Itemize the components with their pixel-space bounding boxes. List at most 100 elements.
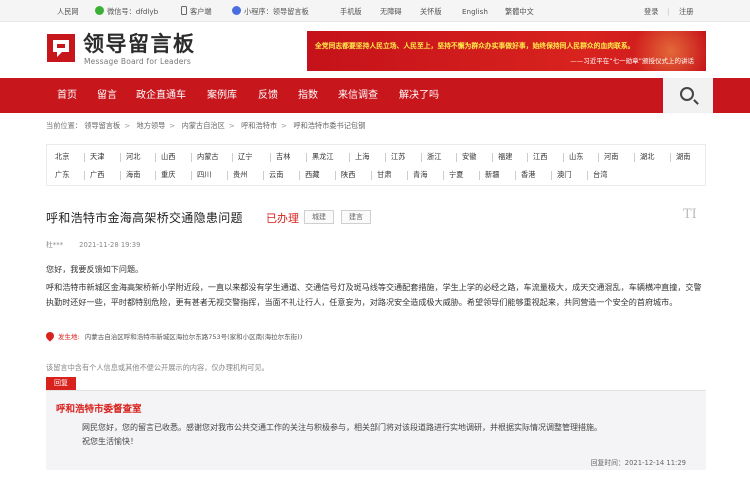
nav-tab-enterprise[interactable]: 政企直通车 — [136, 78, 186, 113]
region-link[interactable]: 新疆 — [485, 170, 499, 180]
breadcrumb-item[interactable]: 呼和浩特市委书记包钢 — [293, 121, 365, 130]
region-link[interactable]: 黑龙江 — [312, 152, 334, 162]
location-text: 内蒙古自治区呼和浩特市新城区海拉尔东路753号(家和小区南(海拉尔东街)) — [84, 333, 303, 341]
region-link[interactable]: 重庆 — [161, 170, 175, 180]
nav-tab-feedback[interactable]: 反馈 — [258, 78, 278, 113]
region-link[interactable]: 宁夏 — [449, 170, 463, 180]
region-link[interactable]: 香港 — [521, 170, 535, 180]
region-link[interactable]: 浙江 — [427, 152, 441, 162]
topbar-link-people[interactable]: 人民网 — [57, 6, 79, 17]
region-link[interactable]: 澳门 — [557, 170, 571, 180]
reply-line: 祝您生活愉快！ — [82, 437, 138, 446]
location-label: 发生地: — [58, 333, 80, 341]
login-link[interactable]: 登录 — [644, 6, 658, 17]
region-link[interactable]: 辽宁 — [238, 152, 252, 162]
region-link[interactable]: 贵州 — [233, 170, 247, 180]
search-icon — [680, 87, 694, 101]
region-link[interactable]: 台湾 — [593, 170, 607, 180]
location: 发生地: 内蒙古自治区呼和浩特市新城区海拉尔东路753号(家和小区南(海拉尔东街)… — [44, 330, 303, 342]
register-link[interactable]: 注册 — [679, 6, 693, 17]
topbar-separator: | — [667, 7, 670, 16]
location-pin-icon — [44, 330, 56, 342]
region-divider — [479, 171, 480, 180]
region-divider — [407, 171, 408, 180]
region-link[interactable]: 北京 — [55, 152, 69, 162]
region-link[interactable]: 山东 — [569, 152, 583, 162]
nav-tab-survey[interactable]: 来信调查 — [338, 78, 378, 113]
region-link[interactable]: 甘肃 — [377, 170, 391, 180]
topbar-link-traditional[interactable]: 繁體中文 — [505, 6, 534, 17]
logo-icon[interactable] — [46, 33, 76, 63]
region-link[interactable]: 西藏 — [305, 170, 319, 180]
type-tag[interactable]: 建言 — [341, 210, 371, 224]
region-divider — [492, 153, 493, 162]
breadcrumb-item[interactable]: 领导留言板 — [84, 121, 120, 130]
region-divider — [385, 153, 386, 162]
nav-tab-index[interactable]: 指数 — [298, 78, 318, 113]
post-time: 2021-11-28 19:39 — [79, 241, 141, 249]
site-logo-text[interactable]: 领导留言板 — [83, 32, 196, 56]
topbar-link-mobile[interactable]: 手机版 — [340, 6, 362, 17]
breadcrumb: 当前位置： 领导留言板 > 地方领导 > 内蒙古自治区 > 呼和浩特市 > 呼和浩特市委… — [46, 121, 366, 130]
reply-organization: 呼和浩特市委督查室 — [56, 404, 142, 415]
region-link[interactable]: 内蒙古 — [197, 152, 219, 162]
region-link[interactable]: 吉林 — [276, 152, 290, 162]
banner-attribution: ——习近平在“七一勋章”颁授仪式上的讲话 — [570, 57, 694, 65]
region-link[interactable]: 广西 — [90, 170, 104, 180]
region-link[interactable]: 安徽 — [462, 152, 476, 162]
topbar-link-accessibility[interactable]: 无障碍 — [380, 6, 402, 17]
region-divider — [84, 153, 85, 162]
topbar-link-app[interactable]: 客户端 — [181, 6, 212, 17]
region-link[interactable]: 江西 — [533, 152, 547, 162]
region-link[interactable]: 青海 — [413, 170, 427, 180]
reply-line: 网民您好，您的留言已收悉。感谢您对我市公共交通工作的关注与积极参与，相关部门将对… — [82, 423, 602, 432]
topbar-link-care[interactable]: 关怀版 — [420, 6, 442, 17]
region-divider — [515, 171, 516, 180]
breadcrumb-item[interactable]: 呼和浩特市 — [241, 121, 277, 130]
region-divider — [299, 171, 300, 180]
banner-slogan: 全党同志都要坚持人民立场、人民至上，坚持不懈为群众办实事做好事，始终保持同人民群… — [315, 42, 635, 50]
category-tag[interactable]: 城建 — [304, 210, 334, 224]
region-divider — [335, 171, 336, 180]
topbar-link-miniprogram[interactable]: 小程序：领导留言板 — [232, 6, 309, 17]
slogan-banner: 全党同志都要坚持人民立场、人民至上，坚持不懈为群众办实事做好事，始终保持同人民群… — [307, 31, 706, 71]
banner-glow — [626, 31, 706, 71]
region-link[interactable]: 广东 — [55, 170, 69, 180]
region-link[interactable]: 云南 — [269, 170, 283, 180]
region-link[interactable]: 海南 — [126, 170, 140, 180]
topbar-link-wechat[interactable]: 微信号：dfdlyb — [95, 6, 158, 17]
region-link[interactable]: 河北 — [126, 152, 140, 162]
nav-tab-resolved[interactable]: 解决了吗 — [399, 78, 439, 113]
region-link[interactable]: 天津 — [90, 152, 104, 162]
breadcrumb-item[interactable]: 地方领导 — [137, 121, 166, 130]
region-divider — [155, 171, 156, 180]
font-size-toggle[interactable]: TI — [683, 207, 697, 222]
region-link[interactable]: 江苏 — [391, 152, 405, 162]
region-divider — [349, 153, 350, 162]
author: 杜*** — [46, 241, 63, 249]
region-link[interactable]: 上海 — [355, 152, 369, 162]
region-divider — [598, 153, 599, 162]
topbar-link-label: 微信号：dfdlyb — [107, 7, 159, 16]
region-divider — [270, 153, 271, 162]
region-link[interactable]: 山西 — [161, 152, 175, 162]
region-link[interactable]: 福建 — [498, 152, 512, 162]
region-divider — [587, 171, 588, 180]
nav-tab-cases[interactable]: 案例库 — [207, 78, 237, 113]
region-divider — [120, 171, 121, 180]
region-divider — [456, 153, 457, 162]
region-divider — [191, 153, 192, 162]
breadcrumb-item[interactable]: 内蒙古自治区 — [182, 121, 225, 130]
topbar-link-label: 小程序：领导留言板 — [244, 7, 309, 16]
region-link[interactable]: 陕西 — [341, 170, 355, 180]
search-button[interactable] — [663, 78, 713, 113]
region-link[interactable]: 湖南 — [676, 152, 690, 162]
region-link[interactable]: 四川 — [197, 170, 211, 180]
topbar-link-english[interactable]: English — [462, 6, 488, 17]
nav-tab-home[interactable]: 首页 — [57, 78, 77, 113]
region-link[interactable]: 湖北 — [640, 152, 654, 162]
region-link[interactable]: 河南 — [604, 152, 618, 162]
region-divider — [306, 153, 307, 162]
topbar-link-label: 客户端 — [190, 7, 212, 16]
nav-tab-message[interactable]: 留言 — [97, 78, 117, 113]
